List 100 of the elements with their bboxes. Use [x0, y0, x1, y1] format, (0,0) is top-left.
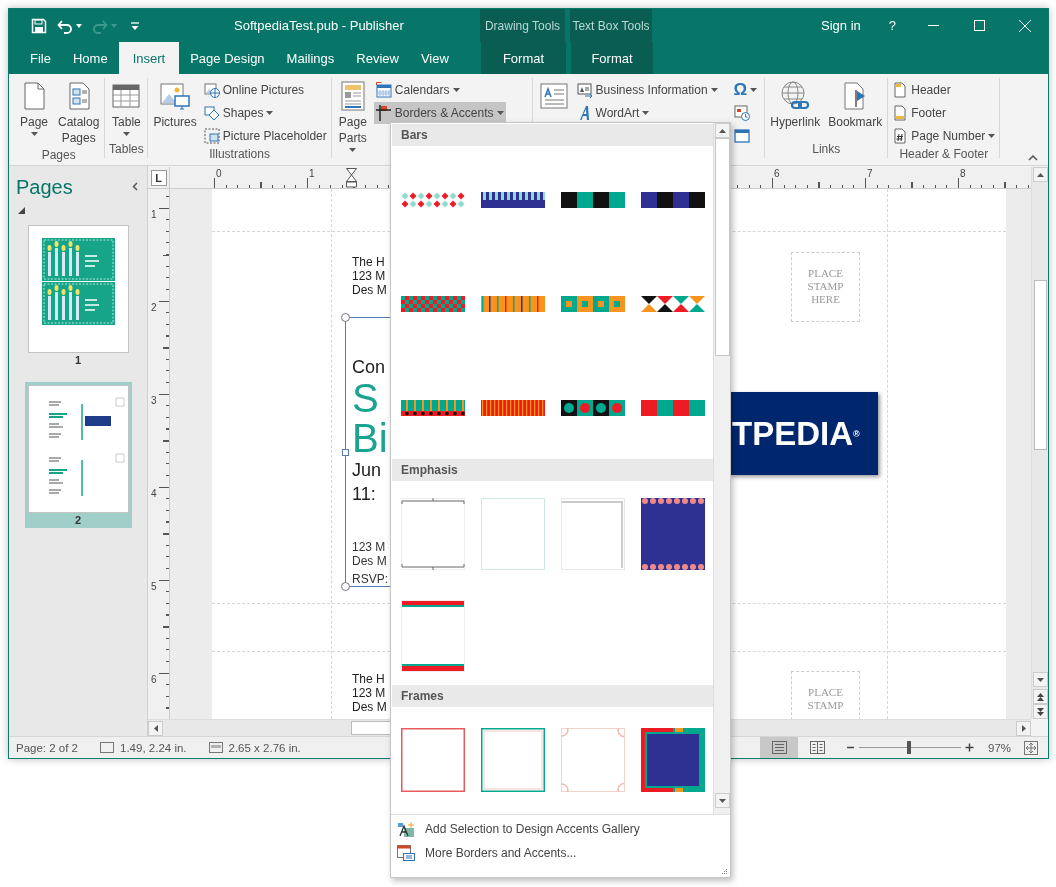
ruler-number: 0 — [216, 169, 222, 179]
stamp-text: PLACE STAMP HERE — [807, 267, 844, 305]
address-line: Des M — [352, 700, 387, 714]
collapse-ribbon-icon[interactable] — [1028, 155, 1038, 161]
resize-handle[interactable] — [342, 449, 349, 456]
accent-bar-thumbnail[interactable] — [401, 296, 465, 312]
emphasis-border-thumbnail[interactable] — [401, 498, 465, 570]
two-page-icon — [809, 741, 825, 754]
ribbon-tab[interactable]: Mailings — [275, 42, 346, 74]
shapes-button[interactable]: Shapes — [201, 102, 329, 124]
frame-thumbnail[interactable] — [561, 728, 625, 792]
frame-thumbnail[interactable] — [481, 728, 545, 792]
ribbon-tab[interactable]: Home — [61, 42, 119, 74]
section-header: Emphasis — [392, 459, 713, 481]
calendar-icon — [375, 82, 392, 98]
section-header: Frames — [392, 685, 713, 707]
business-button[interactable]: Business Information — [574, 79, 720, 101]
ribbon-tab[interactable]: Page Design — [179, 42, 276, 74]
accent-bar-thumbnail[interactable] — [561, 296, 625, 312]
indent-marker-icon[interactable] — [346, 168, 357, 188]
collapse-pane-icon[interactable] — [132, 182, 138, 191]
caret-icon — [988, 134, 996, 138]
catalog-button[interactable]: Catalog Pages — [55, 78, 103, 148]
double-up-arrow-icon — [1036, 692, 1044, 701]
accent-bar-thumbnail[interactable] — [641, 296, 705, 312]
ribbon-tab[interactable]: Format — [571, 42, 653, 74]
left-arrow-icon — [153, 724, 158, 732]
invitation-text: S — [352, 378, 379, 418]
ribbon-tab[interactable]: View — [409, 42, 460, 74]
accent-bar-thumbnail[interactable] — [481, 192, 545, 208]
page-button[interactable]: Page — [15, 78, 53, 138]
ribbon-tab[interactable]: Review — [345, 42, 410, 74]
accent-bar-thumbnail[interactable] — [481, 296, 545, 312]
page-thumbnail[interactable]: 1 — [24, 222, 132, 368]
invitation-text: 123 M — [352, 540, 386, 554]
ruler-number: 4 — [151, 489, 157, 499]
symbol-button[interactable]: Ω — [731, 79, 760, 101]
frame-thumbnail[interactable] — [641, 728, 705, 792]
previous-page-button[interactable] — [1032, 689, 1048, 704]
scroll-left-button[interactable] — [148, 720, 163, 736]
accent-bar-thumbnail[interactable] — [641, 192, 705, 208]
scrollbar-thumb[interactable] — [1033, 280, 1047, 450]
pagenumber-button[interactable]: Page Number — [890, 125, 998, 147]
resize-handle[interactable] — [341, 313, 350, 322]
scroll-up-button[interactable] — [1032, 167, 1048, 182]
logo-banner: TPEDIA$^{®}$ — [729, 392, 878, 475]
scroll-down-button[interactable] — [1032, 672, 1048, 687]
footer-button[interactable]: Footer — [890, 102, 998, 124]
online-button[interactable]: Online Pictures — [201, 79, 329, 101]
scroll-right-button[interactable] — [1016, 720, 1031, 736]
bookmark-button[interactable]: Bookmark — [825, 78, 886, 132]
accent-bar-thumbnail[interactable] — [401, 192, 465, 208]
zoom-level[interactable]: 97% — [988, 741, 1020, 754]
group-label: Tables — [109, 142, 144, 156]
pictures-button[interactable]: Pictures — [150, 78, 200, 132]
resize-handle[interactable] — [341, 582, 350, 591]
address-line: 123 M — [352, 686, 387, 700]
picture-placeholder-icon — [203, 128, 220, 144]
parts-button[interactable]: Page Parts — [333, 78, 372, 154]
wordart-button[interactable]: WordArt — [574, 102, 720, 124]
header-button[interactable]: Header — [890, 79, 998, 101]
frame-thumbnail[interactable] — [401, 728, 465, 792]
expand-triangle-icon[interactable] — [18, 207, 25, 214]
borders-button[interactable]: Borders & Accents — [373, 102, 506, 124]
group-label: Pages — [41, 148, 76, 162]
address-line: Des M — [352, 283, 387, 297]
caret-icon — [122, 132, 130, 136]
resize-grip-icon[interactable] — [721, 868, 728, 875]
caret-icon — [642, 111, 650, 115]
help-button[interactable]: ? — [874, 9, 910, 42]
accent-bar-thumbnail[interactable] — [481, 400, 545, 416]
ribbon-tab[interactable]: File — [19, 42, 62, 74]
accent-bar-thumbnail[interactable] — [401, 400, 465, 416]
size-text: 2.65 x 2.76 in. — [228, 741, 301, 754]
placeholder-button[interactable]: Picture Placeholder — [201, 125, 329, 147]
fit-page-icon[interactable] — [1024, 740, 1038, 755]
page-thumbnail[interactable]: 2 — [24, 382, 132, 528]
ribbon-tab[interactable]: Insert — [118, 42, 180, 74]
scroll-down-button[interactable] — [714, 793, 730, 808]
accent-bar-thumbnail[interactable] — [641, 400, 705, 416]
menu-item[interactable]: Add Selection to Design Accents Gallery — [391, 817, 640, 841]
next-page-button[interactable] — [1032, 704, 1048, 719]
view-button[interactable] — [760, 737, 798, 758]
contextual-group-label: Drawing Tools — [480, 9, 565, 42]
table-button[interactable]: Table — [107, 78, 146, 138]
tab-stop-button[interactable]: L — [150, 169, 167, 186]
address-line: The H — [352, 255, 386, 269]
calendar-button[interactable]: Calendars — [373, 79, 506, 101]
ruler-number: 5 — [151, 582, 157, 592]
menu-item[interactable]: More Borders and Accents... — [391, 841, 577, 865]
hyperlink-button[interactable]: Hyperlink — [767, 78, 824, 132]
accent-bar-thumbnail[interactable] — [561, 192, 625, 208]
ribbon-tab[interactable]: Format — [481, 42, 566, 74]
scrollbar-thumb[interactable] — [714, 138, 730, 356]
emphasis-border-thumbnail[interactable] — [641, 498, 705, 570]
sign-in-link[interactable]: Sign in — [807, 9, 875, 42]
accent-bar-thumbnail[interactable] — [561, 400, 625, 416]
zoom-in-icon[interactable] — [965, 743, 974, 752]
zoom-slider-thumb[interactable] — [906, 741, 911, 754]
scroll-up-button[interactable] — [714, 123, 730, 138]
